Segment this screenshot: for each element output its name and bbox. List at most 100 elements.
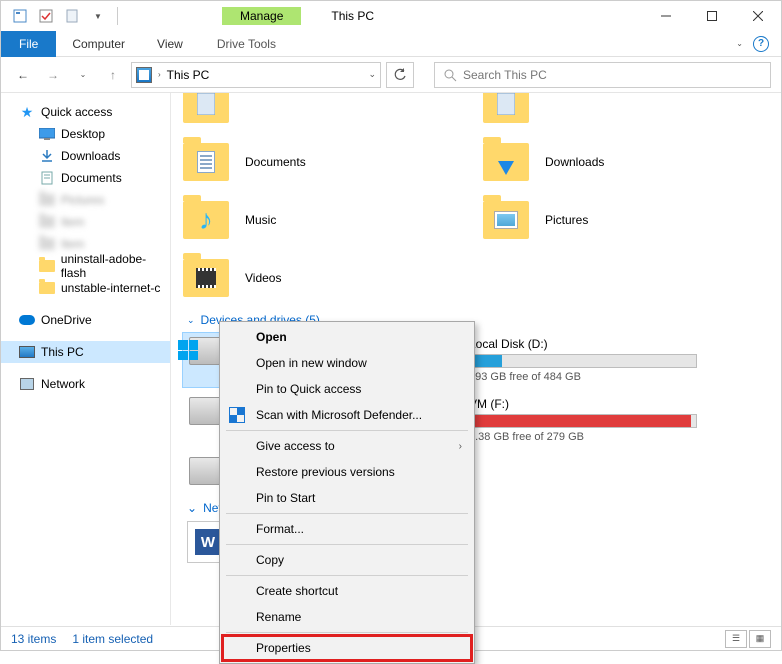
- navigation-tree: ★ Quick access Desktop Downloads Documen…: [1, 93, 171, 625]
- qat-properties-icon[interactable]: [9, 5, 31, 27]
- folder-icon: [483, 93, 529, 123]
- cm-scan-defender[interactable]: Scan with Microsoft Defender...: [222, 402, 472, 428]
- chevron-down-icon: ⌄: [187, 501, 197, 515]
- this-pc-icon: [136, 67, 152, 83]
- star-icon: ★: [19, 104, 35, 120]
- sidebar-label: Quick access: [41, 105, 112, 119]
- up-button[interactable]: ↑: [101, 63, 125, 87]
- help-icon[interactable]: ?: [753, 36, 769, 52]
- defender-icon: [228, 406, 246, 424]
- folder-tile[interactable]: [483, 93, 723, 131]
- search-placeholder: Search This PC: [463, 68, 547, 82]
- sidebar-label: This PC: [41, 345, 84, 359]
- close-button[interactable]: [735, 1, 781, 31]
- folder-icon: [183, 143, 229, 181]
- qat-dropdown-icon[interactable]: ▼: [87, 5, 109, 27]
- chevron-right-icon[interactable]: ›: [158, 70, 161, 79]
- sidebar-label: Desktop: [61, 127, 105, 141]
- manage-header: Manage: [222, 7, 301, 25]
- folder-icon: [483, 201, 529, 239]
- sidebar-onedrive[interactable]: OneDrive: [1, 309, 170, 331]
- quick-access-toolbar: ▼: [1, 5, 122, 27]
- folder-label: Pictures: [545, 213, 588, 227]
- folder-pictures[interactable]: Pictures: [483, 193, 723, 247]
- drive-tools-tab[interactable]: Drive Tools: [203, 33, 290, 55]
- sidebar-folder-uninstall[interactable]: uninstall-adobe-flash: [1, 255, 170, 277]
- folder-icon: [39, 282, 55, 294]
- sidebar-blurred-item[interactable]: Pictures: [1, 189, 170, 211]
- cm-rename[interactable]: Rename: [222, 604, 472, 630]
- drive-usage-bar: [469, 414, 697, 428]
- windows-logo-icon: [178, 340, 198, 360]
- qat-checkbox-icon[interactable]: [35, 5, 57, 27]
- folder-label: Music: [245, 213, 276, 227]
- sidebar-folder-unstable[interactable]: unstable-internet-c: [1, 277, 170, 299]
- drive-d[interactable]: Local Disk (D:) 893 GB free of 484 GB: [463, 333, 703, 387]
- cm-open[interactable]: Open: [222, 324, 472, 350]
- chevron-down-icon: ⌄: [187, 315, 195, 326]
- sidebar-documents[interactable]: Documents: [1, 167, 170, 189]
- contextual-tab-group: Manage: [222, 7, 301, 25]
- cm-pin-start[interactable]: Pin to Start: [222, 485, 472, 511]
- status-selection: 1 item selected: [72, 632, 153, 646]
- forward-button[interactable]: →: [41, 63, 65, 87]
- ribbon-expand-icon[interactable]: ⌄: [736, 39, 743, 48]
- sidebar-label: Network: [41, 377, 85, 391]
- folder-music[interactable]: ♪ Music: [183, 193, 423, 247]
- folder-icon: [483, 143, 529, 181]
- sidebar-blurred-item[interactable]: Item: [1, 233, 170, 255]
- drive-free-text: 893 GB free of 484 GB: [469, 371, 697, 383]
- folder-tile[interactable]: [183, 93, 423, 131]
- cm-format[interactable]: Format...: [222, 516, 472, 542]
- cm-restore-versions[interactable]: Restore previous versions: [222, 459, 472, 485]
- drive-f[interactable]: VM (F:) 4.38 GB free of 279 GB: [463, 393, 703, 447]
- menu-separator: [226, 513, 468, 514]
- menu-separator: [226, 544, 468, 545]
- folder-videos[interactable]: Videos: [183, 251, 423, 305]
- cm-pin-quick-access[interactable]: Pin to Quick access: [222, 376, 472, 402]
- sidebar-desktop[interactable]: Desktop: [1, 123, 170, 145]
- cm-properties[interactable]: Properties: [222, 635, 472, 661]
- sidebar-label: Downloads: [61, 149, 120, 163]
- view-tab[interactable]: View: [141, 33, 199, 55]
- cm-copy[interactable]: Copy: [222, 547, 472, 573]
- maximize-button[interactable]: [689, 1, 735, 31]
- view-large-icons-button[interactable]: ▦: [749, 630, 771, 648]
- navigation-bar: ← → ⌄ ↑ › This PC ⌄ Search This PC: [1, 57, 781, 93]
- folder-downloads[interactable]: Downloads: [483, 135, 723, 189]
- back-button[interactable]: ←: [11, 63, 35, 87]
- cm-open-new-window[interactable]: Open in new window: [222, 350, 472, 376]
- address-bar[interactable]: › This PC ⌄: [131, 62, 381, 88]
- window-title: This PC: [331, 9, 374, 23]
- sidebar-this-pc[interactable]: This PC: [1, 341, 170, 363]
- sidebar-downloads[interactable]: Downloads: [1, 145, 170, 167]
- sidebar-blurred-item[interactable]: Item: [1, 211, 170, 233]
- drive-usage-bar: [469, 354, 697, 368]
- address-location[interactable]: This PC: [167, 68, 210, 82]
- refresh-button[interactable]: [386, 62, 414, 88]
- status-item-count: 13 items: [11, 632, 56, 646]
- ribbon-tabs: File Computer View Drive Tools ⌄ ?: [1, 31, 781, 57]
- folder-icon: [39, 194, 55, 206]
- sidebar-label: uninstall-adobe-flash: [61, 252, 170, 280]
- sidebar-quick-access[interactable]: ★ Quick access: [1, 101, 170, 123]
- folder-icon: [39, 260, 55, 272]
- drive-label: Local Disk (D:): [469, 337, 697, 351]
- sidebar-network[interactable]: Network: [1, 373, 170, 395]
- computer-tab[interactable]: Computer: [56, 33, 141, 55]
- view-details-button[interactable]: ☰: [725, 630, 747, 648]
- qat-doc-icon[interactable]: [61, 5, 83, 27]
- search-box[interactable]: Search This PC: [434, 62, 771, 88]
- file-tab[interactable]: File: [1, 31, 56, 57]
- search-icon: [443, 68, 457, 82]
- cm-create-shortcut[interactable]: Create shortcut: [222, 578, 472, 604]
- folder-icon: [183, 93, 229, 123]
- desktop-icon: [39, 126, 55, 142]
- folder-documents[interactable]: Documents: [183, 135, 423, 189]
- minimize-button[interactable]: [643, 1, 689, 31]
- cm-give-access[interactable]: Give access to›: [222, 433, 472, 459]
- sidebar-label: Item: [61, 215, 84, 229]
- address-dropdown-icon[interactable]: ⌄: [368, 69, 376, 80]
- folder-icon: [39, 216, 55, 228]
- history-dropdown-icon[interactable]: ⌄: [71, 63, 95, 87]
